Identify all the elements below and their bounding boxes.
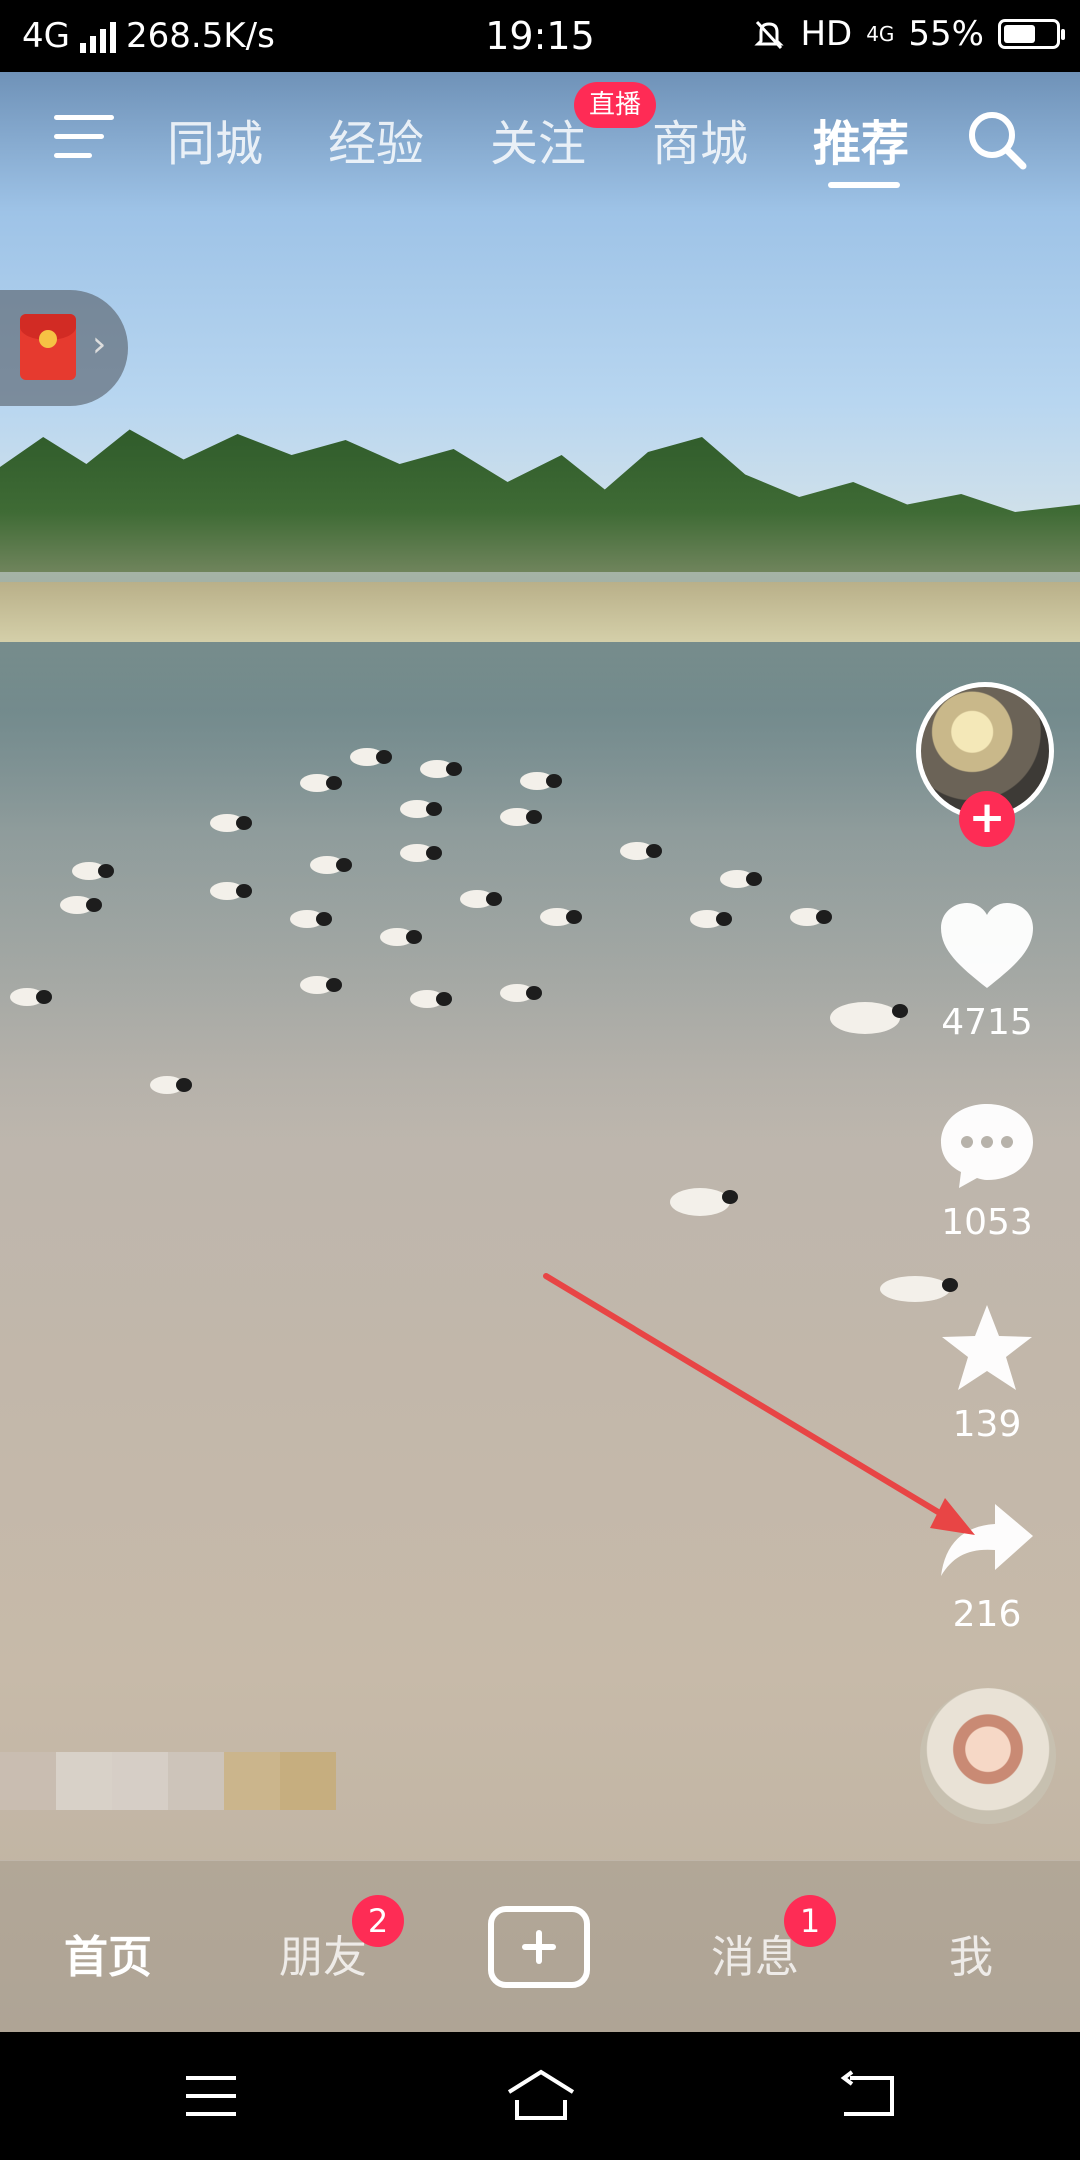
messages-badge: 1 [784, 1895, 836, 1947]
system-nav-bar [0, 2032, 1080, 2160]
annotation-arrow [543, 1273, 975, 1535]
nav-home[interactable]: 首页 [64, 1921, 152, 1985]
blurred-caption [0, 1752, 336, 1810]
friends-badge: 2 [352, 1895, 404, 1947]
nav-me[interactable]: 我 [949, 1921, 993, 1985]
back-icon[interactable] [840, 2070, 898, 2120]
create-plus-button[interactable] [488, 1906, 590, 1988]
recent-apps-icon[interactable] [184, 2074, 238, 2118]
home-icon[interactable] [505, 2068, 577, 2122]
